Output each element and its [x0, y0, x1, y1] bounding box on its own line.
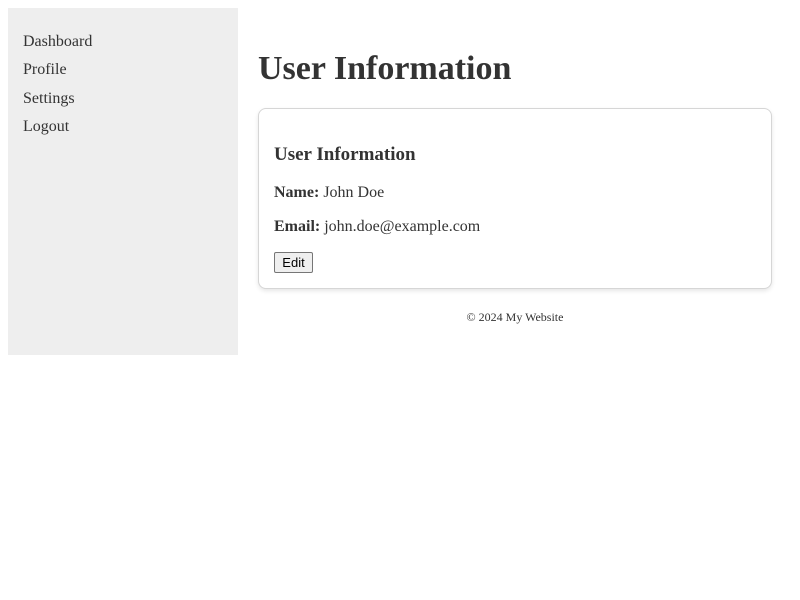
page-layout: Dashboard Profile Settings Logout User I…: [0, 0, 800, 600]
sidebar-item-settings[interactable]: Settings: [23, 89, 238, 109]
footer-copyright: © 2024 My Website: [466, 310, 564, 324]
user-info-card: User Information Name: John Doe Email: j…: [258, 108, 772, 289]
page-title: User Information: [258, 50, 512, 87]
sidebar-item-profile[interactable]: Profile: [23, 60, 238, 80]
name-label: Name:: [274, 184, 320, 201]
name-field: Name: John Doe: [274, 183, 384, 203]
name-value: John Doe: [323, 184, 385, 201]
email-value: john.doe@example.com: [324, 218, 481, 235]
email-label: Email:: [274, 218, 321, 235]
sidebar-item-dashboard[interactable]: Dashboard: [23, 32, 238, 52]
sidebar-item-logout[interactable]: Logout: [23, 117, 238, 137]
card-title: User Information: [274, 144, 416, 165]
email-field: Email: john.doe@example.com: [274, 217, 480, 237]
sidebar: Dashboard Profile Settings Logout: [8, 8, 238, 355]
edit-button[interactable]: Edit: [274, 252, 313, 273]
